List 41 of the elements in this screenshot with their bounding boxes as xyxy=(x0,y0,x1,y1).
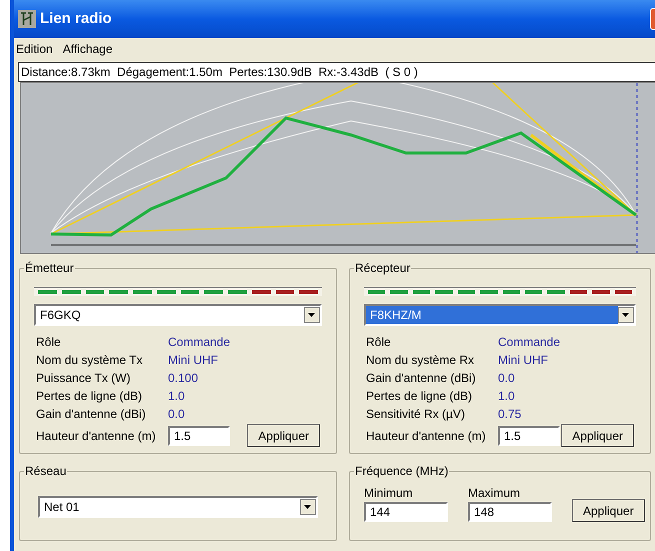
field-value: 1.0 xyxy=(168,388,186,405)
field-label: Nom du système Rx xyxy=(366,352,476,369)
field-label: Rôle xyxy=(36,334,62,351)
antenna-icon xyxy=(18,10,36,28)
field-value: Commande xyxy=(498,334,562,351)
field-value: Mini UHF xyxy=(498,352,549,369)
window-title: Lien radio xyxy=(40,8,112,29)
field-label: Hauteur d'antenne (m) xyxy=(36,428,157,444)
apply-button[interactable]: Appliquer xyxy=(561,424,634,447)
minimum-input[interactable]: 144 xyxy=(364,502,448,522)
apply-button[interactable]: Appliquer xyxy=(247,424,320,447)
group-title: Fréquence (MHz) xyxy=(354,463,450,479)
dropdown[interactable]: F6GKQ xyxy=(34,304,322,326)
field-label: Gain d'antenne (dBi) xyxy=(366,370,477,387)
field-value: 0.75 xyxy=(498,406,522,423)
field-label: Nom du système Tx xyxy=(36,352,144,369)
field-value: 0.0 xyxy=(498,370,516,387)
field-label: Gain d'antenne (dBi) xyxy=(36,406,147,423)
field-value: 0.0 xyxy=(168,406,186,423)
field-value: Commande xyxy=(168,334,232,351)
field-label: Hauteur d'antenne (m) xyxy=(366,428,487,444)
field-label: Pertes de ligne (dB) xyxy=(36,388,144,405)
field-value: 0.100 xyxy=(168,370,200,387)
field-value: Mini UHF xyxy=(168,352,219,369)
field-label: Puissance Tx (W) xyxy=(36,370,132,387)
field-label: Maximum xyxy=(468,485,522,502)
field-value: 1.0 xyxy=(498,388,516,405)
field-label: Rôle xyxy=(366,334,392,351)
field-label: Pertes de ligne (dB) xyxy=(366,388,474,405)
height-input[interactable]: 1.5 xyxy=(498,426,560,446)
status-field: Distance:8.73km Dégagement:1.50m Pertes:130.9dB Rx:-3.43dB ( S 0 ) xyxy=(18,62,655,82)
dropdown[interactable]: Net 01 xyxy=(38,496,318,518)
apply-button[interactable]: Appliquer xyxy=(572,499,645,522)
field-label: Sensitivité Rx (µV) xyxy=(366,406,466,423)
height-input[interactable]: 1.5 xyxy=(168,426,230,446)
field-label: Minimum xyxy=(364,485,414,502)
group-title: Récepteur xyxy=(354,260,412,276)
maximum-input[interactable]: 148 xyxy=(468,502,552,522)
menu-item[interactable]: Edition xyxy=(16,40,53,58)
menu-item[interactable]: Affichage xyxy=(62,40,113,58)
dropdown[interactable]: F8KHZ/M xyxy=(364,304,636,326)
